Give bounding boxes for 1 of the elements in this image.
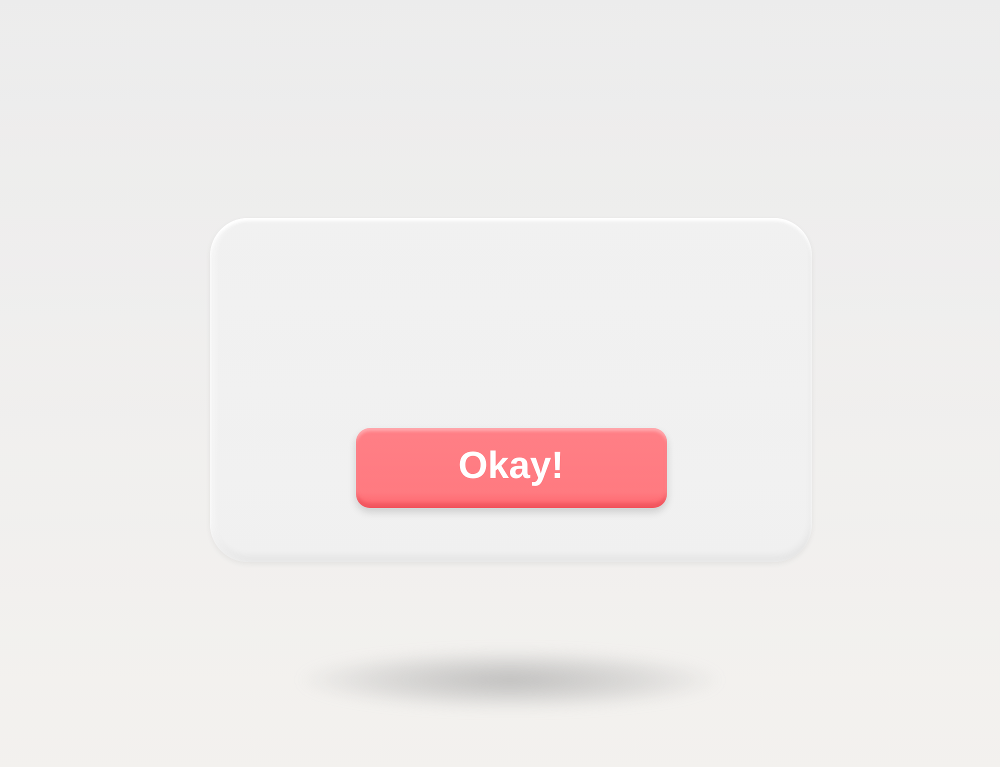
okay-button[interactable]: Okay! (356, 428, 666, 508)
